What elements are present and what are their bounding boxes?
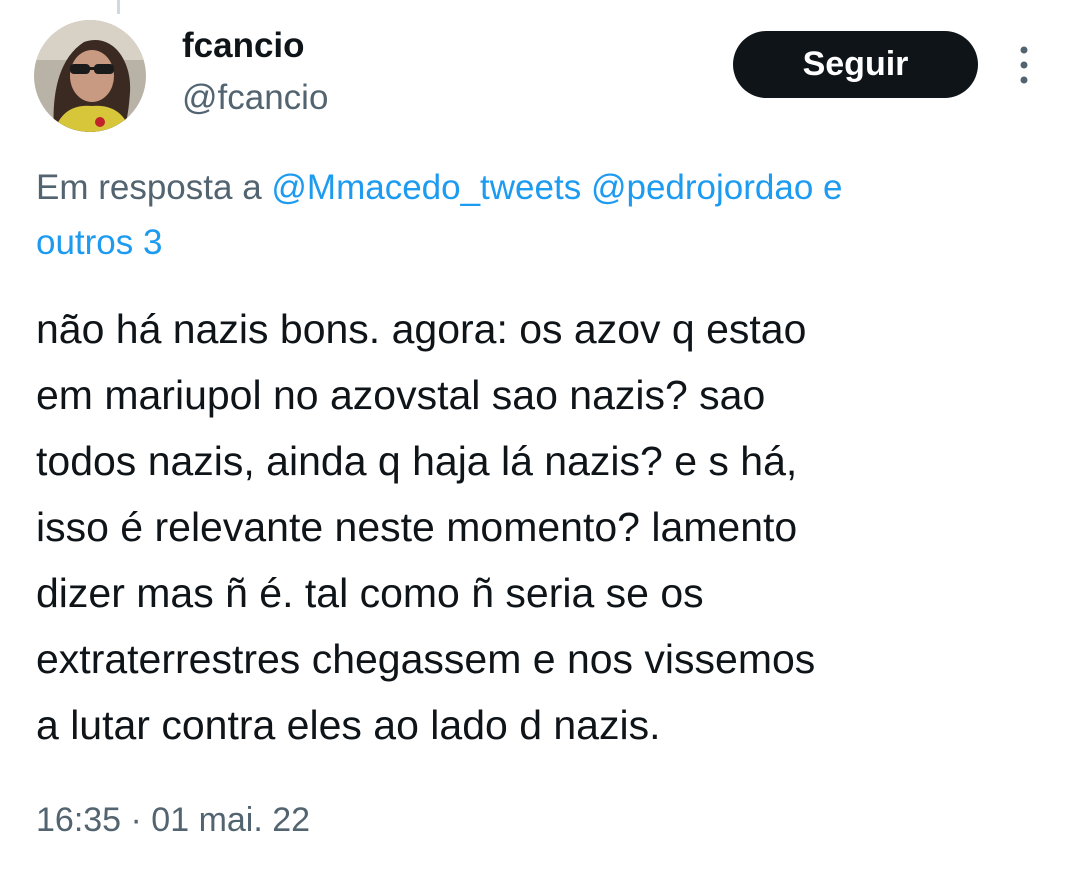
tweet-text-line: extraterrestres chegassem e nos vissemos	[36, 636, 816, 682]
follow-button[interactable]: Seguir	[733, 31, 978, 98]
others-link[interactable]: outros 3	[36, 223, 162, 262]
tweet-text-line: não há nazis bons. agora: os azov q esta…	[36, 306, 807, 352]
reply-prefix: Em resposta a	[36, 168, 262, 207]
tweet-text-line: todos nazis, ainda q haja lá nazis? e s …	[36, 438, 798, 484]
profile-photo-icon	[34, 20, 146, 132]
mention-link[interactable]: @pedrojordao	[591, 168, 813, 207]
more-vertical-icon[interactable]	[1012, 44, 1036, 86]
tweet-timestamp[interactable]: 16:35 · 01 mai. 22	[36, 798, 310, 842]
tweet-text: não há nazis bons. agora: os azov q esta…	[36, 296, 1046, 758]
avatar[interactable]	[34, 20, 146, 132]
mention-link[interactable]: @Mmacedo_tweets	[271, 168, 581, 207]
tweet-text-line: dizer mas ñ é. tal como ñ seria se os	[36, 570, 704, 616]
author-handle[interactable]: @fcancio	[182, 76, 328, 120]
thread-connector-line	[117, 0, 120, 14]
tweet-text-line: a lutar contra eles ao lado d nazis.	[36, 702, 661, 748]
tweet-text-line: isso é relevante neste momento? lamento	[36, 504, 798, 550]
reply-context: Em resposta a @Mmacedo_tweets @pedrojord…	[36, 160, 1046, 270]
author-display-name[interactable]: fcancio	[182, 24, 305, 68]
tweet-text-line: em mariupol no azovstal sao nazis? sao	[36, 372, 766, 418]
reply-joiner[interactable]: e	[823, 168, 842, 207]
